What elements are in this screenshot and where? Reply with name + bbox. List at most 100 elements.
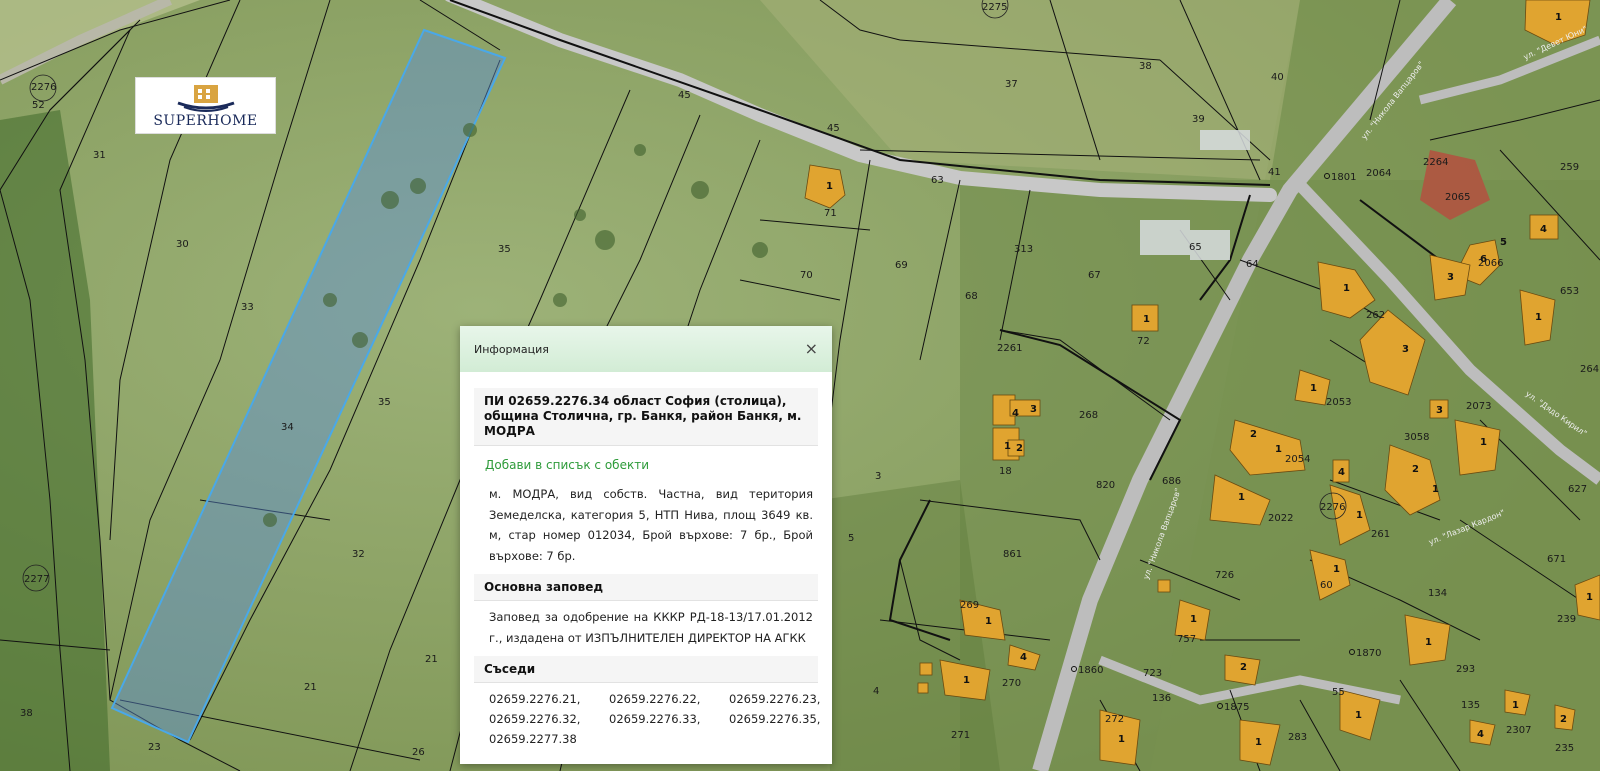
- parcel-label: 268: [1079, 410, 1098, 421]
- parcel-label: 60: [1320, 580, 1333, 591]
- parcel-label: 293: [1456, 664, 1475, 675]
- svg-text:1: 1: [1425, 637, 1432, 648]
- parcel-description: м. МОДРА, вид собств. Частна, вид терито…: [489, 487, 813, 563]
- parcel-label: 2064: [1366, 168, 1391, 179]
- parcel-label: 23: [148, 742, 161, 753]
- parcel-label: 38: [1139, 61, 1152, 72]
- svg-text:1: 1: [1310, 383, 1317, 394]
- parcel-label: 2264: [1423, 157, 1448, 168]
- parcel-label: 2275: [982, 2, 1007, 13]
- parcel-label: 34: [281, 422, 294, 433]
- info-title: Информация: [474, 342, 549, 356]
- parcel-label: 726: [1215, 570, 1234, 581]
- parcel-label: 3: [875, 471, 881, 482]
- svg-text:1: 1: [1356, 510, 1363, 521]
- parcel-label: 627: [1568, 484, 1587, 495]
- parcel-label: 271: [951, 730, 970, 741]
- parcel-label: 861: [1003, 549, 1022, 560]
- svg-text:1: 1: [1343, 283, 1350, 294]
- parcel-label: 2307: [1506, 725, 1531, 736]
- parcel-label: 30: [176, 239, 189, 250]
- parcel-label: 261: [1371, 529, 1390, 540]
- order-heading: Основна заповед: [474, 574, 818, 601]
- parcel-label: 21: [425, 654, 438, 665]
- neighbor-item: 02659.2276.32,: [489, 712, 581, 726]
- parcel-label: 313: [1014, 244, 1033, 255]
- svg-text:1: 1: [1004, 441, 1011, 452]
- svg-text:1: 1: [1512, 700, 1519, 711]
- neighbor-item: 02659.2277.38: [489, 732, 577, 746]
- parcel-label: 235: [1555, 743, 1574, 754]
- neighbor-item: 02659.2276.33,: [609, 712, 701, 726]
- parcel-label: 52: [32, 100, 45, 111]
- parcel-label: 3058: [1404, 432, 1429, 443]
- parcel-label: 723: [1143, 668, 1162, 679]
- parcel-label: 45: [827, 123, 840, 134]
- svg-text:1: 1: [1118, 734, 1125, 745]
- parcel-label: 2276: [31, 82, 56, 93]
- parcel-label: 259: [1560, 162, 1579, 173]
- parcel-label: 41: [1268, 167, 1281, 178]
- svg-text:1: 1: [1333, 564, 1340, 575]
- add-to-list-link[interactable]: Добави в списък с обекти: [474, 446, 818, 478]
- parcel-label: 5: [848, 533, 854, 544]
- parcel-label: 45: [678, 90, 691, 101]
- info-header: Информация ×: [460, 326, 832, 372]
- parcel-label: 757: [1177, 634, 1196, 645]
- parcel-label: 21: [304, 682, 317, 693]
- parcel-label: 270: [1002, 678, 1021, 689]
- parcel-label: 4: [873, 686, 879, 697]
- parcel-label: 35: [378, 397, 391, 408]
- info-body: ПИ 02659.2276.34 област София (столица),…: [460, 372, 832, 753]
- parcel-label: 135: [1461, 700, 1480, 711]
- parcel-label: 68: [965, 291, 978, 302]
- parcel-label: 70: [800, 270, 813, 281]
- neighbor-item: 02659.2276.21,: [489, 692, 581, 706]
- svg-text:4: 4: [1012, 408, 1019, 419]
- parcel-label: 64: [1246, 259, 1259, 270]
- parcel-label: 136: [1152, 693, 1171, 704]
- parcel-label: 2065: [1445, 192, 1470, 203]
- order-text: Заповед за одобрение на КККР РД-18-13/17…: [489, 610, 813, 645]
- svg-text:4: 4: [1540, 224, 1547, 235]
- svg-text:1: 1: [1275, 444, 1282, 455]
- marker-label: 1801: [1331, 172, 1356, 183]
- parcel-label: 65: [1189, 242, 1202, 253]
- parcel-label: 283: [1288, 732, 1307, 743]
- svg-text:1: 1: [963, 675, 970, 686]
- parcel-label: 37: [1005, 79, 1018, 90]
- parcel-label: 2277: [24, 574, 49, 585]
- marker-label: 1870: [1356, 648, 1381, 659]
- svg-text:4: 4: [1338, 467, 1345, 478]
- close-button[interactable]: ×: [805, 341, 818, 357]
- neighbor-item: 02659.2276.23,: [729, 692, 821, 706]
- svg-text:2: 2: [1560, 714, 1567, 725]
- parcel-label: 69: [895, 260, 908, 271]
- parcel-label: 40: [1271, 72, 1284, 83]
- svg-text:1: 1: [985, 616, 992, 627]
- svg-text:2: 2: [1250, 429, 1257, 440]
- parcel-label: 38: [20, 708, 33, 719]
- parcel-label: 2261: [997, 343, 1022, 354]
- parcel-label: 32: [352, 549, 365, 560]
- parcel-label: 71: [824, 208, 837, 219]
- svg-text:5: 5: [1500, 237, 1507, 248]
- svg-text:3: 3: [1030, 404, 1037, 415]
- neighbor-item: 02659.2276.35,: [729, 712, 821, 726]
- parcel-label: 272: [1105, 714, 1124, 725]
- marker-label: 1875: [1224, 702, 1249, 713]
- logo-text: SUPERHOME: [153, 113, 258, 129]
- svg-text:4: 4: [1020, 652, 1027, 663]
- parcel-label: 2022: [1268, 513, 1293, 524]
- parcel-label: 134: [1428, 588, 1447, 599]
- parcel-label: 239: [1557, 614, 1576, 625]
- svg-text:1: 1: [1535, 312, 1542, 323]
- parcel-label: 2053: [1326, 397, 1351, 408]
- parcel-label: 67: [1088, 270, 1101, 281]
- parcel-label: 671: [1547, 554, 1566, 565]
- parcel-label: 2073: [1466, 401, 1491, 412]
- parcel-label: 39: [1192, 114, 1205, 125]
- neighbors-heading: Съседи: [474, 656, 818, 683]
- neighbor-item: 02659.2276.22,: [609, 692, 701, 706]
- info-popup: Информация × ПИ 02659.2276.34 област Соф…: [460, 326, 832, 764]
